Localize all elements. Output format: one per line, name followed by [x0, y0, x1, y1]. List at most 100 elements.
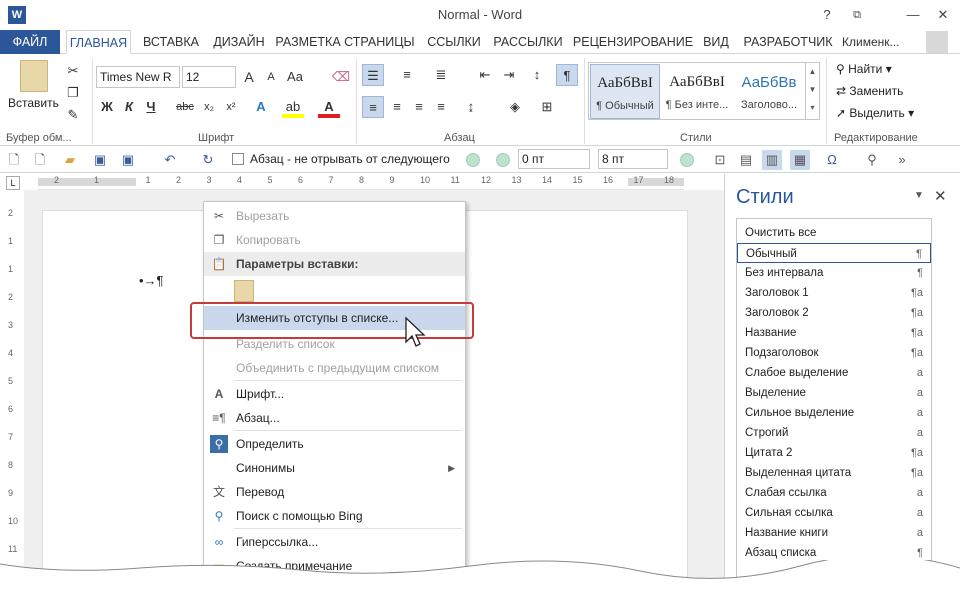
layout-view-icon[interactable]: ▦: [790, 150, 810, 170]
tab-review[interactable]: РЕЦЕНЗИРОВАНИЕ: [572, 30, 694, 54]
page-icon[interactable]: ▤: [736, 150, 756, 170]
space-before-field[interactable]: 0 пт: [518, 149, 590, 169]
borders-icon[interactable]: ⊞: [536, 96, 558, 118]
save-icon[interactable]: ▣: [90, 150, 110, 170]
ribbon-display-button[interactable]: ⧉: [846, 5, 868, 25]
italic-button[interactable]: К: [118, 96, 140, 118]
tab-mailings[interactable]: РАССЫЛКИ: [490, 30, 566, 54]
preview-icon[interactable]: ⚲: [862, 150, 882, 170]
gallery-scroll[interactable]: ▲ ▼ ▾: [805, 63, 819, 119]
grow-font-button[interactable]: A: [238, 66, 260, 88]
avatar[interactable]: [926, 31, 948, 53]
style-item[interactable]: Подзаголовок ¶a: [737, 343, 931, 363]
style-item[interactable]: Выделенная цитата ¶a: [737, 463, 931, 483]
line-spacing-icon[interactable]: ↨: [460, 96, 482, 118]
close-button[interactable]: ✕: [932, 5, 954, 25]
style-item[interactable]: Слабая ссылка a: [737, 483, 931, 503]
tab-home[interactable]: ГЛАВНАЯ: [66, 30, 131, 54]
space-after-field[interactable]: 8 пт: [598, 149, 668, 169]
undo-icon[interactable]: ↶: [160, 150, 180, 170]
style-item[interactable]: Обычный ¶: [737, 243, 931, 263]
show-marks-icon[interactable]: ¶: [556, 64, 578, 86]
style-item[interactable]: Выделение a: [737, 383, 931, 403]
minimize-button[interactable]: —: [902, 5, 924, 25]
strike-button[interactable]: abc: [174, 96, 196, 118]
clear-format-icon[interactable]: ⌫: [330, 66, 352, 88]
style-item[interactable]: Строгий a: [737, 423, 931, 443]
font-name-combo[interactable]: Times New R: [96, 66, 180, 88]
menu-item-bing[interactable]: ⚲ Поиск с помощью Bing: [204, 504, 465, 528]
shrink-font-button[interactable]: A: [260, 66, 282, 88]
tab-layout[interactable]: РАЗМЕТКА СТРАНИЦЫ: [272, 30, 418, 54]
circle-icon[interactable]: [466, 153, 480, 167]
book-view-icon[interactable]: ▥: [762, 150, 782, 170]
style-item[interactable]: Сильная ссылка a: [737, 503, 931, 523]
menu-item-cut[interactable]: ✂ Вырезать: [204, 204, 465, 228]
menu-item-font[interactable]: A Шрифт...: [204, 382, 465, 406]
menu-item-join-list[interactable]: Объединить с предыдущим списком: [204, 356, 465, 380]
menu-item-define[interactable]: ⚲ Определить: [204, 432, 465, 456]
keep-with-next-checkbox[interactable]: [232, 153, 244, 165]
style-item[interactable]: Название ¶a: [737, 323, 931, 343]
sort-icon[interactable]: ↕: [526, 64, 548, 86]
multilevel-list-icon[interactable]: ≣: [430, 64, 452, 86]
gallery-style-no-spacing[interactable]: АаБбВвІ ¶ Без инте...: [662, 64, 732, 119]
numbering-icon[interactable]: ≡: [396, 64, 418, 86]
style-item[interactable]: Без интервала ¶: [737, 263, 931, 283]
gallery-style-heading1[interactable]: АаБбВв Заголово...: [734, 64, 804, 119]
paste-button[interactable]: Вставить: [8, 96, 59, 110]
justify-icon[interactable]: ≡: [430, 96, 452, 118]
increase-indent-icon[interactable]: ⇥: [498, 64, 520, 86]
bold-button[interactable]: Ж: [96, 96, 118, 118]
highlight-icon[interactable]: ab: [282, 96, 304, 118]
align-right-icon[interactable]: ≡: [408, 96, 430, 118]
paste-icon[interactable]: [20, 60, 48, 92]
pane-close-icon[interactable]: ✕: [934, 187, 947, 205]
underline-button[interactable]: Ч: [140, 96, 162, 118]
more-icon[interactable]: »: [892, 150, 912, 170]
decrease-indent-icon[interactable]: ⇤: [474, 64, 496, 86]
tab-insert[interactable]: ВСТАВКА: [136, 30, 206, 54]
tab-file[interactable]: ФАЙЛ: [0, 30, 60, 54]
text-effects-icon[interactable]: A: [250, 96, 272, 118]
new-doc-icon[interactable]: 🗋: [4, 150, 24, 170]
paste-keep-text-icon[interactable]: [234, 280, 254, 302]
menu-item-hyperlink[interactable]: ∞ Гиперссылка...: [204, 530, 465, 554]
tab-developer[interactable]: РАЗРАБОТЧИК: [740, 30, 836, 54]
user-name[interactable]: Клименк...: [842, 30, 918, 54]
new-blank-icon[interactable]: 🗋: [30, 150, 50, 170]
redo-icon[interactable]: ↻: [198, 150, 218, 170]
style-item[interactable]: Заголовок 1 ¶a: [737, 283, 931, 303]
tab-view[interactable]: ВИД: [698, 30, 734, 54]
format-painter-icon[interactable]: ✎: [62, 104, 84, 126]
tab-references[interactable]: ССЫЛКИ: [424, 30, 484, 54]
save-as-icon[interactable]: ▣: [118, 150, 138, 170]
style-item[interactable]: Очистить все: [737, 223, 931, 243]
bullets-icon[interactable]: ☰: [362, 64, 384, 86]
menu-item-synonyms[interactable]: Синонимы ▶: [204, 456, 465, 480]
style-item[interactable]: Название книги a: [737, 523, 931, 543]
replace-button[interactable]: ⇄ Заменить: [836, 84, 903, 98]
circle-icon[interactable]: [496, 153, 510, 167]
style-item[interactable]: Слабое выделение a: [737, 363, 931, 383]
style-item[interactable]: Сильное выделение a: [737, 403, 931, 423]
open-icon[interactable]: ▰: [60, 150, 80, 170]
menu-item-copy[interactable]: ❐ Копировать: [204, 228, 465, 252]
tab-selector[interactable]: L: [6, 176, 20, 190]
menu-item-translate[interactable]: 文 Перевод: [204, 480, 465, 504]
menu-item-paragraph[interactable]: ≡¶ Абзац...: [204, 406, 465, 430]
style-item[interactable]: Цитата 2 ¶a: [737, 443, 931, 463]
tab-design[interactable]: ДИЗАЙН: [208, 30, 270, 54]
align-center-icon[interactable]: ≡: [386, 96, 408, 118]
subscript-button[interactable]: x₂: [198, 96, 220, 118]
pane-options-icon[interactable]: ▼: [914, 190, 924, 201]
change-case-icon[interactable]: Aa: [284, 66, 306, 88]
select-button[interactable]: ➚ Выделить ▾: [836, 106, 914, 120]
align-left-icon[interactable]: ≡: [362, 96, 384, 118]
symbol-icon[interactable]: Ω: [822, 150, 842, 170]
find-button[interactable]: ⚲ Найти ▾: [836, 62, 892, 76]
font-size-combo[interactable]: 12: [182, 66, 236, 88]
font-color-icon[interactable]: A: [318, 96, 340, 118]
superscript-button[interactable]: x²: [220, 96, 242, 118]
copy-icon[interactable]: ❐: [62, 82, 84, 104]
